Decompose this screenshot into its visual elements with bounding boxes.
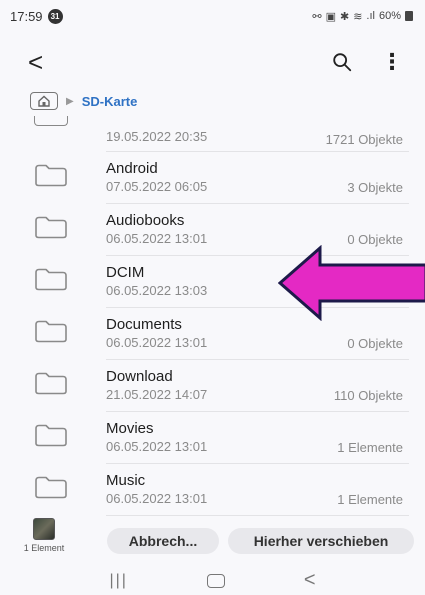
bluetooth-icon: ✱ bbox=[339, 10, 350, 23]
status-bar: 17:59 31 ⚯ ▣ ✱ ≋ .ıl 60% bbox=[0, 0, 425, 32]
item-date: 07.05.2022 06:05 bbox=[106, 179, 208, 194]
battery-icon bbox=[405, 11, 413, 21]
move-here-button[interactable]: Hierher verschieben bbox=[228, 528, 414, 554]
system-nav-bar: ||| < bbox=[0, 566, 425, 595]
item-date: 21.05.2022 14:07 bbox=[106, 387, 208, 402]
divider bbox=[106, 515, 409, 516]
signal-icon: .ıl bbox=[366, 10, 375, 22]
item-date: 06.05.2022 13:01 bbox=[106, 335, 208, 350]
item-date: 06.05.2022 13:01 bbox=[106, 231, 208, 246]
home-button-icon[interactable] bbox=[206, 573, 225, 588]
list-item[interactable]: Movies 06.05.2022 13:01 1 Elemente bbox=[0, 412, 425, 464]
item-name: Music bbox=[106, 472, 146, 489]
more-vertical-icon[interactable]: ⋮ bbox=[381, 51, 403, 73]
list-item[interactable]: Download 21.05.2022 14:07 110 Objekte bbox=[0, 360, 425, 412]
item-count: 1 Elemente bbox=[337, 440, 403, 455]
back-arrow-icon[interactable]: < bbox=[28, 49, 43, 75]
folder-icon bbox=[34, 164, 68, 193]
folder-icon bbox=[34, 476, 68, 505]
folder-icon bbox=[34, 116, 68, 126]
item-count: 110 Objekte bbox=[333, 388, 403, 403]
app-bar: < ⋮ bbox=[0, 44, 425, 80]
folder-icon bbox=[34, 268, 68, 297]
item-name: Movies bbox=[106, 420, 154, 437]
list-item[interactable]: 19.05.2022 20:35 1721 Objekte bbox=[0, 116, 425, 152]
folder-icon bbox=[34, 424, 68, 453]
recents-icon[interactable]: ||| bbox=[109, 572, 127, 590]
selection-count: 1 Element bbox=[23, 543, 65, 553]
folder-icon bbox=[34, 320, 68, 349]
item-date: 06.05.2022 13:01 bbox=[106, 491, 208, 506]
callout-arrow-shape bbox=[278, 245, 425, 321]
link-icon: ⚯ bbox=[312, 10, 322, 23]
item-date: 06.05.2022 13:03 bbox=[106, 283, 208, 298]
item-name: Audiobooks bbox=[106, 212, 185, 229]
bottom-action-bar: 1 Element Abbrech... Hierher verschieben bbox=[0, 518, 425, 562]
item-name: Android bbox=[106, 160, 158, 177]
selected-file-thumbnail bbox=[33, 518, 55, 540]
battery-percent: 60% bbox=[378, 10, 401, 22]
home-icon[interactable] bbox=[30, 92, 58, 110]
item-name: Documents bbox=[106, 316, 182, 333]
wifi-icon: ≋ bbox=[353, 10, 363, 23]
breadcrumb-separator-icon: ▶ bbox=[66, 95, 74, 107]
item-name: Download bbox=[106, 368, 173, 385]
status-time: 17:59 bbox=[10, 8, 43, 24]
cancel-button[interactable]: Abbrech... bbox=[107, 528, 219, 554]
item-count: 3 Objekte bbox=[347, 180, 403, 195]
nav-back-icon[interactable]: < bbox=[304, 569, 316, 592]
item-name: DCIM bbox=[106, 264, 145, 281]
item-count: 1 Elemente bbox=[337, 492, 403, 507]
item-date: 06.05.2022 13:01 bbox=[106, 439, 208, 454]
nfc-icon: ▣ bbox=[325, 10, 336, 23]
search-icon[interactable] bbox=[331, 51, 353, 73]
callout-arrow bbox=[278, 245, 425, 321]
breadcrumb: ▶ SD-Karte bbox=[30, 90, 137, 112]
list-item[interactable]: Music 06.05.2022 13:01 1 Elemente bbox=[0, 464, 425, 516]
folder-icon bbox=[34, 216, 68, 245]
breadcrumb-item-sd-karte[interactable]: SD-Karte bbox=[82, 94, 138, 109]
list-item[interactable]: Android 07.05.2022 06:05 3 Objekte bbox=[0, 152, 425, 204]
item-date: 19.05.2022 20:35 bbox=[106, 129, 208, 144]
item-count: 0 Objekte bbox=[347, 336, 403, 351]
notification-count-badge: 31 bbox=[47, 8, 63, 24]
item-count: 1721 Objekte bbox=[325, 132, 403, 147]
selection-info: 1 Element bbox=[4, 518, 84, 553]
folder-icon bbox=[34, 372, 68, 401]
